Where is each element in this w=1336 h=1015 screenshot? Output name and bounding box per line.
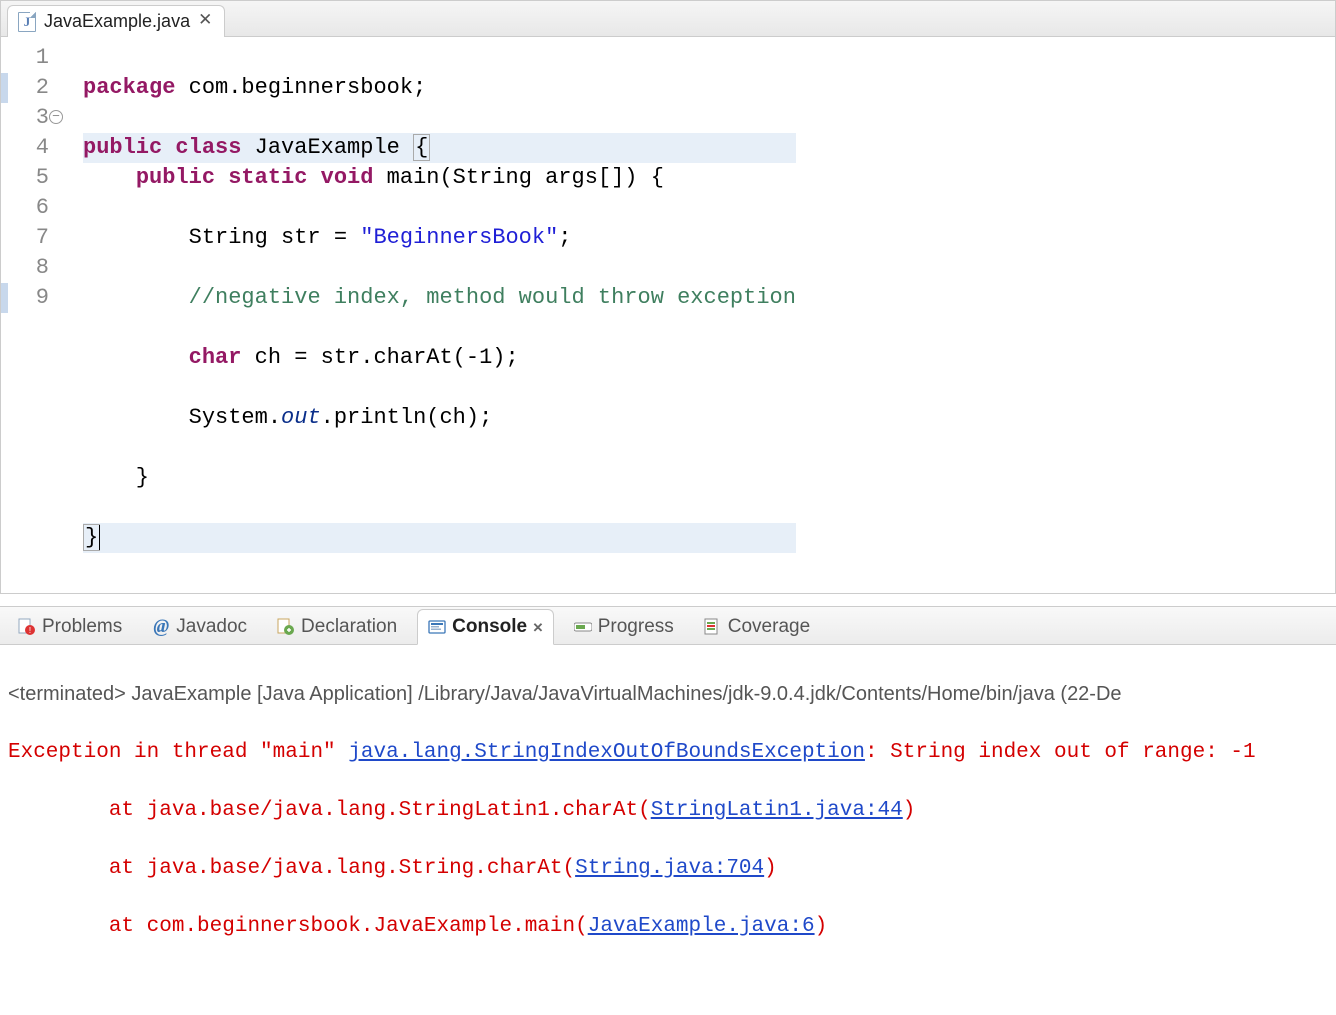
line-number: 5 — [36, 165, 49, 190]
console-line: Exception in thread "main" — [8, 741, 348, 764]
text-caret — [99, 525, 100, 550]
line-number: 1 — [36, 45, 49, 70]
close-icon[interactable]: ✕ — [198, 13, 212, 30]
svg-text:!: ! — [29, 626, 31, 635]
editor-pane: JavaExample.java ✕ 1 2 3− 4 5 6 7 8 9 pa… — [0, 0, 1336, 594]
line-number: 6 — [36, 195, 49, 220]
fold-toggle-icon[interactable]: − — [49, 110, 63, 124]
tab-label: Console — [452, 616, 527, 638]
stacktrace-link[interactable]: StringLatin1.java:44 — [651, 799, 903, 822]
tab-problems[interactable]: ! Problems — [8, 610, 132, 644]
marker-strip — [1, 43, 17, 583]
tab-console[interactable]: Console ✕ — [417, 609, 554, 645]
matched-brace: { — [413, 134, 430, 161]
line-number: 9 — [36, 285, 49, 310]
editor-tab-bar: JavaExample.java ✕ — [1, 1, 1335, 37]
code-area[interactable]: 1 2 3− 4 5 6 7 8 9 package com.beginners… — [1, 37, 1335, 593]
line-number: 7 — [36, 225, 49, 250]
tab-label: Problems — [42, 616, 122, 638]
coverage-icon — [704, 618, 722, 636]
console-icon — [428, 618, 446, 636]
tab-label: Progress — [598, 616, 674, 638]
view-tab-bar: ! Problems @ Javadoc Declaration Console… — [0, 607, 1336, 645]
matched-brace: } — [83, 524, 100, 551]
problems-icon: ! — [18, 618, 36, 636]
tab-declaration[interactable]: Declaration — [267, 610, 407, 644]
bottom-pane: ! Problems @ Javadoc Declaration Console… — [0, 606, 1336, 1015]
console-status: <terminated> JavaExample [Java Applicati… — [8, 680, 1328, 709]
java-file-icon — [18, 12, 36, 32]
console-line: : String index out of range: -1 — [865, 741, 1256, 764]
line-number: 3 — [36, 105, 49, 130]
console-line: at java.base/java.lang.StringLatin1.char… — [8, 799, 651, 822]
console-line: at com.beginnersbook.JavaExample.main( — [8, 915, 588, 938]
stacktrace-link[interactable]: String.java:704 — [575, 857, 764, 880]
console-output[interactable]: <terminated> JavaExample [Java Applicati… — [0, 645, 1336, 1015]
line-number: 2 — [36, 75, 49, 100]
javadoc-icon: @ — [152, 618, 170, 636]
tab-label: Declaration — [301, 616, 397, 638]
tab-javadoc[interactable]: @ Javadoc — [142, 610, 257, 644]
tab-label: Coverage — [728, 616, 810, 638]
exception-link[interactable]: java.lang.StringIndexOutOfBoundsExceptio… — [348, 741, 865, 764]
stacktrace-link[interactable]: JavaExample.java:6 — [588, 915, 815, 938]
close-icon[interactable]: ✕ — [533, 617, 543, 637]
tab-label: Javadoc — [176, 616, 247, 638]
editor-tab[interactable]: JavaExample.java ✕ — [7, 5, 225, 37]
progress-icon — [574, 618, 592, 636]
line-number-gutter: 1 2 3− 4 5 6 7 8 9 — [17, 43, 57, 583]
declaration-icon — [277, 618, 295, 636]
source-code[interactable]: package com.beginnersbook; public class … — [79, 43, 796, 583]
line-number: 4 — [36, 135, 49, 160]
editor-tab-label: JavaExample.java — [44, 11, 190, 32]
console-line: at java.base/java.lang.String.charAt( — [8, 857, 575, 880]
tab-coverage[interactable]: Coverage — [694, 610, 820, 644]
line-number: 8 — [36, 255, 49, 280]
tab-progress[interactable]: Progress — [564, 610, 684, 644]
